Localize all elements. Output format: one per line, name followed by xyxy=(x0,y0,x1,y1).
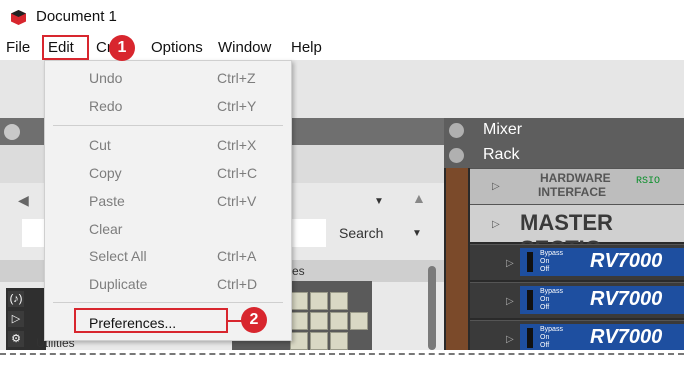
title-bar: Document 1 xyxy=(0,0,684,34)
rsio-label: RSIO xyxy=(636,176,661,187)
bypass-switch[interactable] xyxy=(527,328,533,348)
rv7000-name: RV7000 xyxy=(590,250,663,272)
menu-file[interactable]: File xyxy=(6,39,30,56)
pad xyxy=(310,332,328,350)
rack-label[interactable]: Rack xyxy=(483,146,519,164)
crop-divider xyxy=(0,353,684,355)
sidebar-icon-effects[interactable]: ▷ xyxy=(8,311,24,327)
pad xyxy=(330,332,348,350)
step-2-badge: 2 xyxy=(241,307,267,333)
pad xyxy=(290,312,308,330)
off-label: Off xyxy=(540,266,550,273)
rack-header xyxy=(444,118,684,168)
bottom-strip xyxy=(0,359,684,374)
search-input[interactable] xyxy=(290,219,326,247)
search-options-chevron-icon[interactable]: ▼ xyxy=(412,228,422,239)
pad xyxy=(310,312,328,330)
menu-item-redo[interactable]: Redo xyxy=(89,98,122,114)
back-arrow-icon[interactable]: ◀ xyxy=(18,192,29,209)
bypass-label: Bypass xyxy=(540,250,563,257)
expand-triangle-icon[interactable]: ▷ xyxy=(506,296,514,307)
rv7000-name: RV7000 xyxy=(590,288,663,310)
shortcut-paste: Ctrl+V xyxy=(217,193,257,209)
menu-item-clear[interactable]: Clear xyxy=(89,221,122,237)
annotation-connector xyxy=(228,320,242,322)
menu-item-copy[interactable]: Copy xyxy=(89,165,122,181)
menu-item-undo[interactable]: Undo xyxy=(89,70,122,86)
shortcut-duplicate: Ctrl+D xyxy=(217,276,258,292)
sidebar-icon-utilities[interactable]: ⚙ xyxy=(8,331,24,347)
app-logo-icon xyxy=(11,10,26,25)
off-label: Off xyxy=(540,304,550,311)
menu-item-duplicate[interactable]: Duplicate xyxy=(89,276,147,292)
shortcut-copy: Ctrl+C xyxy=(217,165,258,181)
rv7000-name: RV7000 xyxy=(590,326,663,348)
menu-item-select-all[interactable]: Select All xyxy=(89,248,147,264)
rack-toggle[interactable] xyxy=(449,148,464,163)
menu-separator xyxy=(53,302,283,303)
list-header-fragment: es xyxy=(292,264,305,278)
rack-rail xyxy=(446,168,468,350)
menu-item-paste[interactable]: Paste xyxy=(89,193,125,209)
menu-help[interactable]: Help xyxy=(291,39,322,56)
menu-separator xyxy=(53,125,283,126)
up-arrow-icon[interactable]: ▲ xyxy=(412,190,426,206)
pad xyxy=(290,292,308,310)
expand-triangle-icon[interactable]: ▷ xyxy=(506,334,514,345)
shortcut-undo: Ctrl+Z xyxy=(217,70,256,86)
expand-triangle-icon[interactable]: ▷ xyxy=(492,181,500,192)
edit-highlight-box xyxy=(42,35,89,60)
pad xyxy=(310,292,328,310)
off-label: Off xyxy=(540,342,550,349)
search-button[interactable]: Search xyxy=(339,225,383,241)
pad xyxy=(290,332,308,350)
sidebar-icon-audio[interactable]: (♪) xyxy=(8,291,24,307)
menu-bar: File Edit Create Options Window Help xyxy=(0,36,684,60)
bypass-label: Bypass xyxy=(540,288,563,295)
shortcut-select-all: Ctrl+A xyxy=(217,248,257,264)
menu-window[interactable]: Window xyxy=(218,39,271,56)
step-1-badge: 1 xyxy=(109,35,135,61)
menu-options[interactable]: Options xyxy=(151,39,203,56)
expand-triangle-icon[interactable]: ▷ xyxy=(506,258,514,269)
bypass-switch[interactable] xyxy=(527,252,533,272)
expand-triangle-icon[interactable]: ▷ xyxy=(492,219,500,230)
window-title: Document 1 xyxy=(36,8,117,25)
preferences-highlight-box xyxy=(74,308,228,333)
on-label: On xyxy=(540,296,550,303)
shortcut-cut: Ctrl+X xyxy=(217,137,257,153)
mixer-toggle[interactable] xyxy=(449,123,464,138)
on-label: On xyxy=(540,334,550,341)
edit-menu-dropdown: Undo Ctrl+Z Redo Ctrl+Y Cut Ctrl+X Copy … xyxy=(44,60,292,341)
shortcut-redo: Ctrl+Y xyxy=(217,98,257,114)
hardware-label-line1: HARDWARE xyxy=(540,171,611,185)
menu-item-cut[interactable]: Cut xyxy=(89,137,111,153)
bypass-label: Bypass xyxy=(540,326,563,333)
pad xyxy=(330,292,348,310)
on-label: On xyxy=(540,258,550,265)
mixer-label[interactable]: Mixer xyxy=(483,121,522,139)
pad xyxy=(330,312,348,330)
bypass-switch[interactable] xyxy=(527,290,533,310)
chevron-down-icon[interactable]: ▼ xyxy=(374,196,384,207)
panel-toggle[interactable] xyxy=(4,124,20,140)
scrollbar-thumb[interactable] xyxy=(428,266,436,350)
hardware-label-line2: INTERFACE xyxy=(538,185,607,199)
pad xyxy=(350,312,368,330)
